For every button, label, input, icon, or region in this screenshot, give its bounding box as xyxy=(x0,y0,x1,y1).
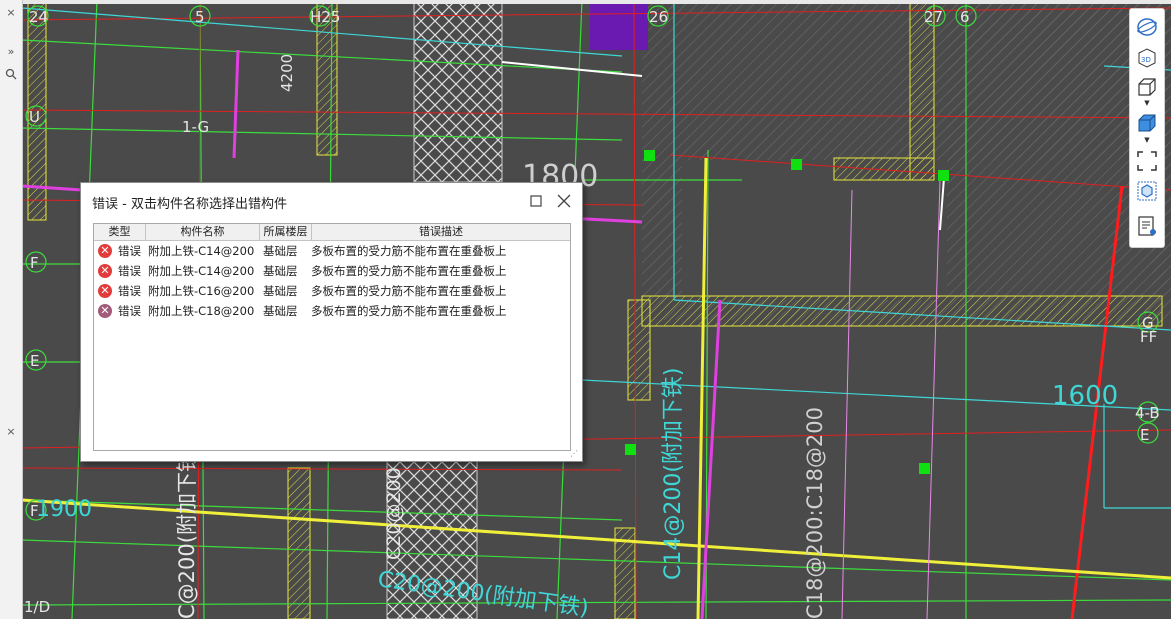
error-icon: ✕ xyxy=(98,284,112,298)
white-line xyxy=(501,61,643,77)
axis-label-e: E xyxy=(30,352,39,370)
search-icon[interactable] xyxy=(3,68,19,84)
dimension-4200: 4200 xyxy=(278,54,296,92)
close-button[interactable] xyxy=(555,192,573,210)
row-component-name[interactable]: 附加上铁-C14@200 xyxy=(148,241,254,261)
row-description: 多板布置的受力筋不能布置在重叠板上 xyxy=(311,284,507,298)
row-floor: 基础层 xyxy=(263,264,298,278)
error-dialog: 错误 - 双击构件名称选择出错构件 类型 构件名称 所属楼层 错误描述 ✕ 错误… xyxy=(80,182,583,462)
dialog-title: 错误 - 双击构件名称选择出错构件 xyxy=(92,197,287,212)
dialog-titlebar[interactable]: 错误 - 双击构件名称选择出错构件 xyxy=(81,183,582,219)
report-icon[interactable] xyxy=(1135,214,1159,238)
axis-label-e-right: E xyxy=(1140,426,1149,444)
rebar-label-c14: C14@200(附加下铁) xyxy=(661,367,686,580)
table-row[interactable]: ✕ 错误 附加上铁-C14@200 基础层 多板布置的受力筋不能布置在重叠板上 xyxy=(94,241,570,261)
chevron-down-icon[interactable]: ▼ xyxy=(1135,99,1159,109)
axis-label-1d: 1/D xyxy=(24,598,50,616)
maximize-button[interactable] xyxy=(527,192,545,210)
axis-label-5: 5 xyxy=(195,8,205,26)
column-header-type[interactable]: 类型 xyxy=(94,224,146,240)
row-floor: 基础层 xyxy=(263,284,298,298)
rebar-label-c18: C18@200:C18@200 xyxy=(803,407,827,619)
solid-box-icon[interactable] xyxy=(1135,111,1159,135)
row-description: 多板布置的受力筋不能布置在重叠板上 xyxy=(311,304,507,318)
box-view-icon[interactable] xyxy=(1135,75,1159,99)
row-description: 多板布置的受力筋不能布置在重叠板上 xyxy=(311,244,507,258)
axis-label-h25: H25 xyxy=(310,8,340,26)
row-floor: 基础层 xyxy=(263,244,298,258)
axis-label-u: U xyxy=(29,108,40,126)
row-description: 多板布置的受力筋不能布置在重叠板上 xyxy=(311,264,507,278)
table-row[interactable]: ✕ 错误 附加上铁-C14@200 基础层 多板布置的受力筋不能布置在重叠板上 xyxy=(94,261,570,281)
row-type: 错误 xyxy=(118,244,141,258)
dimension-1600: 1600 xyxy=(1052,381,1118,411)
axis-label-ff-right: FF xyxy=(1140,328,1157,346)
3d-view-icon[interactable]: 3D xyxy=(1135,45,1159,69)
x-icon[interactable]: × xyxy=(3,424,19,440)
row-component-name[interactable]: 附加上铁-C16@200 xyxy=(148,281,254,301)
x-icon[interactable]: × xyxy=(3,5,19,21)
chevron-down-icon[interactable]: ▼ xyxy=(1135,136,1159,146)
error-table: 类型 构件名称 所属楼层 错误描述 ✕ 错误 附加上铁-C14@200 基础层 … xyxy=(93,223,571,451)
left-panel-strip: » × × xyxy=(0,0,23,619)
column-header-name[interactable]: 构件名称 xyxy=(146,224,260,240)
row-type: 错误 xyxy=(118,304,141,318)
x-hatch-wall xyxy=(413,0,503,183)
axis-label-4b-right: 4-B xyxy=(1135,404,1160,422)
column-header-floor[interactable]: 所属楼层 xyxy=(260,224,312,240)
row-type: 错误 xyxy=(118,264,141,278)
rebar-label-c200-left: C@200(附加下铁) xyxy=(175,443,199,619)
row-component-name[interactable]: 附加上铁-C14@200 xyxy=(148,261,254,281)
error-icon: ✕ xyxy=(98,244,112,258)
purple-block xyxy=(590,0,648,50)
table-row[interactable]: ✕ 错误 附加上铁-C18@200 基础层 多板布置的受力筋不能布置在重叠板上 xyxy=(94,301,570,321)
rebar-label-c20-mid: C20@200 xyxy=(383,467,405,560)
layer-cube-icon[interactable] xyxy=(1135,179,1159,203)
axis-label-6: 6 xyxy=(960,8,970,26)
yellow-beam xyxy=(287,467,311,619)
double-chevron-icon[interactable]: » xyxy=(3,44,19,60)
top-edge xyxy=(22,0,1171,4)
axis-label-f: F xyxy=(30,254,39,272)
axis-label-24: 24 xyxy=(29,8,48,26)
row-type: 错误 xyxy=(118,284,141,298)
table-row[interactable]: ✕ 错误 附加上铁-C16@200 基础层 多板布置的受力筋不能布置在重叠板上 xyxy=(94,281,570,301)
resize-grip-icon[interactable]: ⋰ xyxy=(570,449,580,459)
axis-label-26: 26 xyxy=(649,8,668,26)
row-floor: 基础层 xyxy=(263,304,298,318)
svg-text:3D: 3D xyxy=(1141,56,1151,64)
orbit-icon[interactable] xyxy=(1135,15,1159,39)
error-icon: ✕ xyxy=(98,264,112,278)
fullscreen-icon[interactable] xyxy=(1135,149,1159,173)
column-header-description[interactable]: 错误描述 xyxy=(312,224,570,240)
view-toolbar: 3D ▼ ▼ xyxy=(1129,8,1165,248)
axis-label-27: 27 xyxy=(924,8,943,26)
square-icon xyxy=(530,195,542,207)
axis-label-1g: 1-G xyxy=(182,118,209,136)
row-component-name[interactable]: 附加上铁-C18@200 xyxy=(148,301,254,321)
yellow-beam xyxy=(909,0,935,181)
dimension-1900: 1900 xyxy=(36,497,92,522)
error-icon: ✕ xyxy=(98,304,112,318)
x-icon xyxy=(557,194,571,208)
table-header: 类型 构件名称 所属楼层 错误描述 xyxy=(94,224,570,241)
